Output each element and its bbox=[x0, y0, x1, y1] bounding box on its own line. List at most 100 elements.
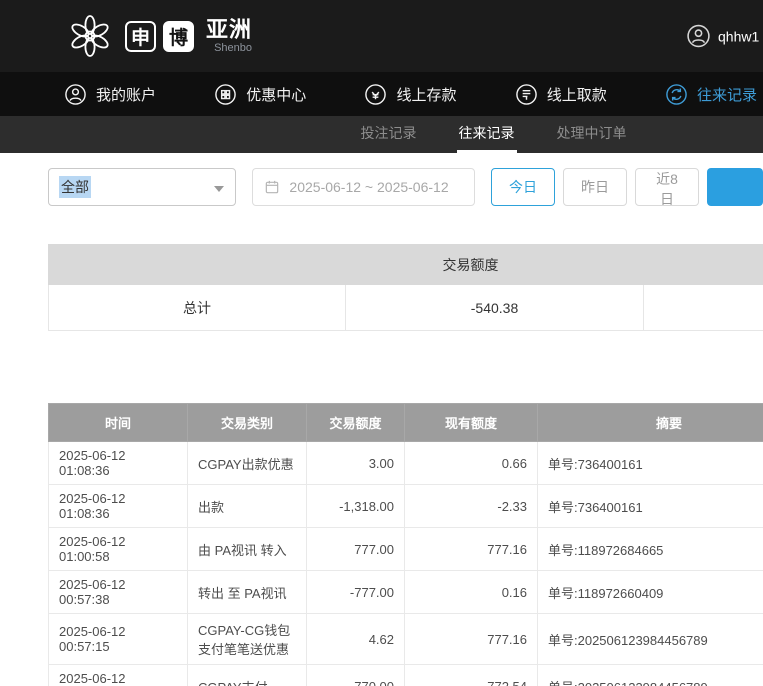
table-cell: 777.00 bbox=[307, 528, 405, 571]
transaction-type-select[interactable]: 全部 bbox=[48, 168, 236, 206]
promo-icon bbox=[214, 83, 237, 106]
table-row: 2025-06-12 00:57:15CGPAY-CG钱包支付笔笔送优惠4.62… bbox=[49, 614, 763, 665]
brand-logo[interactable]: 申 博 亚洲 Shenbo bbox=[66, 12, 252, 60]
table-cell: 2025-06-12 00:57:38 bbox=[49, 571, 188, 614]
records-icon bbox=[665, 83, 688, 106]
account-icon bbox=[64, 83, 87, 106]
summary-total-row: 总计 -540.38 bbox=[49, 285, 763, 331]
table-cell: -2.33 bbox=[405, 485, 538, 528]
summary-table: 交易额度 总计 -540.38 bbox=[48, 244, 763, 331]
table-column-header: 摘要 bbox=[538, 404, 763, 442]
summary-total-value: -540.38 bbox=[346, 285, 644, 331]
table-row: 2025-06-12 00:57:38转出 至 PA视讯-777.000.16单… bbox=[49, 571, 763, 614]
brand-char-bo-text: 博 bbox=[169, 23, 188, 50]
top-header-bar: 申 博 亚洲 Shenbo qhhw1 bbox=[0, 0, 763, 72]
nav-item-label: 线上存款 bbox=[396, 84, 456, 105]
withdraw-icon bbox=[515, 83, 538, 106]
table-cell: 出款 bbox=[188, 485, 307, 528]
table-cell: 单号:118972684665 bbox=[538, 528, 763, 571]
table-column-header: 交易类别 bbox=[188, 404, 307, 442]
table-cell: 0.16 bbox=[405, 571, 538, 614]
flower-logo-icon bbox=[66, 12, 114, 60]
nav-item-label: 线上取款 bbox=[547, 84, 607, 105]
nav-item-transaction-records[interactable]: 往来记录 bbox=[665, 83, 757, 106]
nav-item-online-deposit[interactable]: 线上存款 bbox=[364, 83, 456, 106]
table-row: 2025-06-12 01:08:36出款-1,318.00-2.33单号:73… bbox=[49, 485, 763, 528]
table-cell: -1,318.00 bbox=[307, 485, 405, 528]
table-cell: CGPAY支付 bbox=[188, 665, 307, 686]
calendar-icon bbox=[264, 179, 280, 195]
quick-date-buttons: 今日 昨日 近8日 bbox=[491, 168, 699, 206]
nav-item-label: 我的账户 bbox=[96, 84, 156, 105]
tab-pending-orders[interactable]: 处理中订单 bbox=[555, 116, 629, 153]
transactions-body: 2025-06-12 01:08:36CGPAY出款优惠3.000.66单号:7… bbox=[49, 442, 763, 686]
filter-toolbar: 全部 2025-06-12 ~ 2025-06-12 今日 昨日 近8日 bbox=[48, 168, 763, 206]
yesterday-button[interactable]: 昨日 bbox=[563, 168, 627, 206]
table-cell: 单号:736400161 bbox=[538, 442, 763, 485]
summary-total-label: 总计 bbox=[49, 285, 346, 331]
summary-header-row: 交易额度 bbox=[49, 245, 763, 285]
user-icon bbox=[686, 24, 711, 49]
deposit-icon bbox=[364, 83, 387, 106]
table-cell: 770.00 bbox=[307, 665, 405, 686]
last-8-days-button[interactable]: 近8日 bbox=[635, 168, 699, 206]
table-column-header: 交易额度 bbox=[307, 404, 405, 442]
table-cell: 772.54 bbox=[405, 665, 538, 686]
caret-down-icon bbox=[214, 186, 224, 192]
tab-label: 处理中订单 bbox=[557, 123, 627, 143]
brand-region-block: 亚洲 Shenbo bbox=[206, 18, 252, 53]
tab-label: 投注记录 bbox=[361, 123, 417, 143]
table-cell: CGPAY-CG钱包支付笔笔送优惠 bbox=[188, 614, 307, 665]
table-row: 2025-06-12 01:00:58由 PA视讯 转入777.00777.16… bbox=[49, 528, 763, 571]
nav-item-online-withdraw[interactable]: 线上取款 bbox=[515, 83, 607, 106]
main-nav-bar: 我的账户 优惠中心 线上存款 线上 bbox=[0, 72, 763, 116]
brand-char-shen: 申 bbox=[125, 21, 156, 52]
nav-item-promo-center[interactable]: 优惠中心 bbox=[214, 83, 306, 106]
today-button[interactable]: 今日 bbox=[491, 168, 555, 206]
table-cell: 2025-06-12 01:00:58 bbox=[49, 528, 188, 571]
tab-label: 往来记录 bbox=[459, 123, 515, 143]
table-cell: -777.00 bbox=[307, 571, 405, 614]
table-cell: 单号:118972660409 bbox=[538, 571, 763, 614]
nav-item-label: 优惠中心 bbox=[246, 84, 306, 105]
table-cell: CGPAY出款优惠 bbox=[188, 442, 307, 485]
table-cell: 由 PA视讯 转入 bbox=[188, 528, 307, 571]
brand-char-bo: 博 bbox=[163, 21, 194, 52]
table-row: 2025-06-12 00:57:15CGPAY支付770.00772.54单号… bbox=[49, 665, 763, 686]
summary-header-cell: 交易额度 bbox=[49, 245, 763, 285]
table-cell: 4.62 bbox=[307, 614, 405, 665]
nav-item-my-account[interactable]: 我的账户 bbox=[64, 83, 156, 106]
transactions-table: 时间交易类别交易额度现有额度摘要 2025-06-12 01:08:36CGPA… bbox=[48, 403, 763, 686]
username-text: qhhw1 bbox=[718, 28, 759, 44]
table-cell: 2025-06-12 01:08:36 bbox=[49, 442, 188, 485]
sub-nav-bar: 投注记录 往来记录 处理中订单 bbox=[0, 116, 763, 153]
table-cell: 单号:202506123984456789 bbox=[538, 614, 763, 665]
user-account-menu[interactable]: qhhw1 bbox=[686, 24, 759, 49]
table-cell: 2025-06-12 00:57:15 bbox=[49, 614, 188, 665]
table-cell: 777.16 bbox=[405, 614, 538, 665]
date-range-value: 2025-06-12 ~ 2025-06-12 bbox=[289, 179, 448, 195]
table-cell: 777.16 bbox=[405, 528, 538, 571]
query-button[interactable] bbox=[707, 168, 763, 206]
table-row: 2025-06-12 01:08:36CGPAY出款优惠3.000.66单号:7… bbox=[49, 442, 763, 485]
selected-type-value: 全部 bbox=[59, 176, 91, 198]
nav-item-label: 往来记录 bbox=[697, 84, 757, 105]
brand-char-shen-text: 申 bbox=[131, 23, 150, 50]
table-cell: 转出 至 PA视讯 bbox=[188, 571, 307, 614]
table-cell: 2025-06-12 01:08:36 bbox=[49, 485, 188, 528]
table-column-header: 时间 bbox=[49, 404, 188, 442]
table-cell: 0.66 bbox=[405, 442, 538, 485]
tab-transaction-records[interactable]: 往来记录 bbox=[457, 116, 517, 153]
brand-subtitle: Shenbo bbox=[214, 42, 252, 54]
table-cell: 单号:736400161 bbox=[538, 485, 763, 528]
tab-betting-records[interactable]: 投注记录 bbox=[359, 116, 419, 153]
date-range-input[interactable]: 2025-06-12 ~ 2025-06-12 bbox=[252, 168, 475, 206]
table-cell: 单号:202506123984456789 bbox=[538, 665, 763, 686]
transactions-header-row: 时间交易类别交易额度现有额度摘要 bbox=[49, 404, 763, 442]
table-cell: 3.00 bbox=[307, 442, 405, 485]
table-column-header: 现有额度 bbox=[405, 404, 538, 442]
brand-region-text: 亚洲 bbox=[206, 18, 252, 42]
table-cell: 2025-06-12 00:57:15 bbox=[49, 665, 188, 686]
sub-nav-tabs: 投注记录 往来记录 处理中订单 bbox=[359, 116, 629, 153]
summary-empty-cell bbox=[644, 285, 763, 331]
